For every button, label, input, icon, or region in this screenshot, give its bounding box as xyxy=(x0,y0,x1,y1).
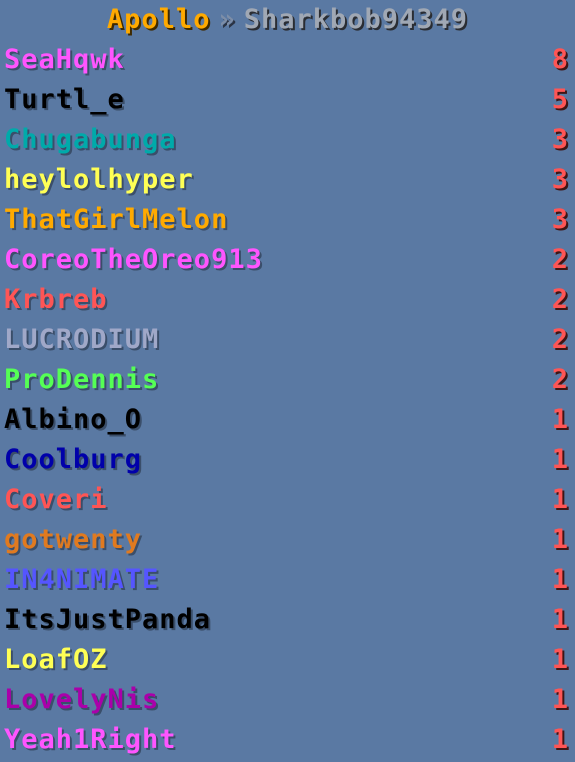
separator-icon: » xyxy=(218,4,236,35)
player-entry-name: ItsJustPanda xyxy=(4,604,212,635)
leaderboard-header: Apollo» Sharkbob94349 xyxy=(0,0,575,40)
player-entry-score: 3 xyxy=(551,164,569,195)
player-entry-score: 1 xyxy=(551,484,569,515)
leaderboard-row: Krbreb 2 xyxy=(0,280,575,320)
server-name: Apollo xyxy=(106,4,211,35)
player-entry-score: 1 xyxy=(551,644,569,675)
leaderboard-row: LUCRODIUM 2 xyxy=(0,320,575,360)
player-entry-name: SeaHqwk xyxy=(4,44,125,75)
player-entry-name: gotwenty xyxy=(4,524,143,555)
player-entry-name: LovelyNis xyxy=(4,684,160,715)
player-entry-name: Coolburg xyxy=(4,444,143,475)
player-entry-score: 2 xyxy=(551,364,569,395)
player-entry-score: 1 xyxy=(551,684,569,715)
player-entry-score: 3 xyxy=(551,124,569,155)
leaderboard-row: ItsJustPanda 1 xyxy=(0,600,575,640)
player-entry-score: 1 xyxy=(551,604,569,635)
leaderboard-list: SeaHqwk 8 Turtl_e 5 Chugabunga 3 heylolhyper 3 T… xyxy=(0,40,575,760)
player-entry-score: 1 xyxy=(551,404,569,435)
player-entry-name: LoafOZ xyxy=(4,644,108,675)
leaderboard-row: Chugabunga 3 xyxy=(0,120,575,160)
player-entry-name: LUCRODIUM xyxy=(4,324,160,355)
leaderboard-row: CoreoTheOreo913 2 xyxy=(0,240,575,280)
player-entry-score: 3 xyxy=(551,204,569,235)
player-entry-name: Chugabunga xyxy=(4,124,177,155)
leaderboard-row: SeaHqwk 8 xyxy=(0,40,575,80)
player-entry-name: Turtl_e xyxy=(4,84,125,115)
player-entry-name: heylolhyper xyxy=(4,164,194,195)
leaderboard-row: IN4NIMATE 1 xyxy=(0,560,575,600)
player-entry-name: IN4NIMATE xyxy=(4,564,160,595)
leaderboard-row: Yeah1Right 1 xyxy=(0,720,575,760)
leaderboard-row: heylolhyper 3 xyxy=(0,160,575,200)
leaderboard-row: Coveri 1 xyxy=(0,480,575,520)
leaderboard-row: ThatGirlMelon 3 xyxy=(0,200,575,240)
player-entry-name: ProDennis xyxy=(4,364,160,395)
player-name: Sharkbob94349 xyxy=(243,4,469,35)
player-entry-score: 2 xyxy=(551,244,569,275)
tab-list-leaderboard: Apollo» Sharkbob94349 SeaHqwk 8 Turtl_e 5 Chu… xyxy=(0,0,575,762)
leaderboard-row: Coolburg 1 xyxy=(0,440,575,480)
player-entry-name: ThatGirlMelon xyxy=(4,204,229,235)
leaderboard-row: LoafOZ 1 xyxy=(0,640,575,680)
player-entry-score: 2 xyxy=(551,284,569,315)
leaderboard-row: ProDennis 2 xyxy=(0,360,575,400)
player-entry-score: 8 xyxy=(551,44,569,75)
player-entry-score: 5 xyxy=(551,84,569,115)
leaderboard-row: LovelyNis 1 xyxy=(0,680,575,720)
player-entry-name: Yeah1Right xyxy=(4,724,177,755)
player-entry-name: Krbreb xyxy=(4,284,108,315)
leaderboard-row: gotwenty 1 xyxy=(0,520,575,560)
player-entry-score: 1 xyxy=(551,524,569,555)
player-entry-name: Coveri xyxy=(4,484,108,515)
leaderboard-row: Turtl_e 5 xyxy=(0,80,575,120)
player-entry-score: 1 xyxy=(551,564,569,595)
player-entry-score: 1 xyxy=(551,724,569,755)
leaderboard-row: Albino_O 1 xyxy=(0,400,575,440)
player-entry-score: 2 xyxy=(551,324,569,355)
player-entry-name: Albino_O xyxy=(4,404,143,435)
player-entry-name: CoreoTheOreo913 xyxy=(4,244,263,275)
player-entry-score: 1 xyxy=(551,444,569,475)
